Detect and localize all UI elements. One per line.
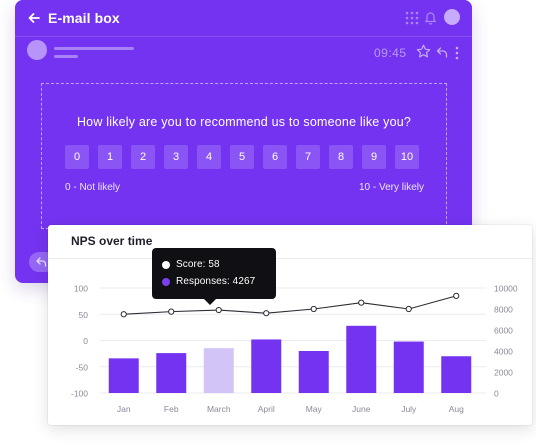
score-button-10[interactable]: 10 [395,145,419,169]
score-button-2[interactable]: 2 [131,145,155,169]
score-point-feb [168,308,175,315]
email-topbar: E-mail box [15,0,472,36]
x-tick-label: May [306,404,323,414]
x-tick-label: July [401,404,417,414]
x-tick-label: June [352,404,371,414]
score-point-jan [120,311,127,318]
bell-icon[interactable] [424,10,437,25]
score-button-1[interactable]: 1 [98,145,122,169]
star-icon[interactable] [416,44,431,59]
score-point-may [310,305,317,313]
scale-low-label: 0 - Not likely [65,182,121,193]
more-vertical-icon[interactable] [454,46,460,60]
bar-july [393,341,424,393]
y-right-tick-label: 6000 [494,326,513,336]
y-left-tick-label: 50 [79,310,89,320]
score-scale: 0 1 2 3 4 5 6 7 8 9 10 [65,145,419,169]
tooltip-responses: Responses: 4267 [176,276,256,287]
responses-legend-dot [162,277,170,286]
score-point-march [215,306,222,314]
sender-avatar [27,40,47,60]
nps-chart-card: NPS over time 100 50 0 -50 -100 10000 8000 6000… [48,225,532,425]
score-button-0[interactable]: 0 [65,145,89,169]
scale-high-label: 10 - Very likely [358,182,424,193]
score-button-4[interactable]: 4 [197,145,221,169]
sender-name-placeholder [54,47,134,50]
topbar-divider [15,36,472,37]
y-right-tick-label: 2000 [494,368,513,378]
y-right-tick-label: 10000 [494,284,518,294]
score-point-july [405,305,412,313]
y-right-tick-label: 4000 [494,347,513,357]
bar-aug [441,356,472,393]
y-left-tick-label: -100 [71,389,88,399]
y-right-tick-label: 0 [494,389,499,399]
nps-chart: 100 50 0 -50 -100 10000 8000 6000 4000 2000 0 Jan Fe… [71,284,518,415]
x-tick-label: Feb [164,404,179,414]
tooltip-score-row: Score: 58 [162,259,220,270]
sender-subject-placeholder [54,55,78,58]
tooltip-pointer [203,298,217,305]
reply-arrow-icon [36,257,47,267]
score-point-aug [453,292,460,299]
email-time: 09:45 [374,46,407,60]
bar-feb [156,353,187,393]
score-button-6[interactable]: 6 [263,145,287,169]
score-button-8[interactable]: 8 [329,145,353,169]
user-avatar[interactable] [444,9,460,25]
tooltip-score: Score: 58 [176,259,220,270]
bar-april [251,339,282,393]
tooltip-responses-row: Responses: 4267 [162,276,255,287]
reply-icon[interactable] [436,46,448,58]
y-left-tick-label: 100 [74,284,88,294]
x-tick-label: March [207,404,231,414]
bar-may [298,351,329,393]
score-button-3[interactable]: 3 [164,145,188,169]
y-right-tick-label: 8000 [494,305,513,315]
x-tick-label: Jan [117,404,131,414]
score-button-5[interactable]: 5 [230,145,254,169]
y-left-tick-label: -50 [76,362,89,372]
score-button-7[interactable]: 7 [296,145,320,169]
x-tick-label: Aug [449,404,464,414]
back-arrow-icon[interactable] [27,11,41,25]
y-left-tick-label: 0 [83,336,88,346]
bar-jan [108,358,139,393]
chart-tooltip: Score: 58 Responses: 4267 [152,248,276,299]
score-point-april [263,310,270,317]
survey-question: How likely are you to recommend us to so… [76,115,412,129]
score-legend-dot [162,260,170,269]
bar-june [346,325,377,393]
x-tick-label: April [258,404,275,414]
score-point-june [358,299,365,306]
score-button-9[interactable]: 9 [362,145,386,169]
bar-march [203,348,234,393]
apps-grid-icon[interactable] [405,11,419,25]
email-title: E-mail box [48,10,120,26]
nps-survey: How likely are you to recommend us to so… [41,83,447,229]
